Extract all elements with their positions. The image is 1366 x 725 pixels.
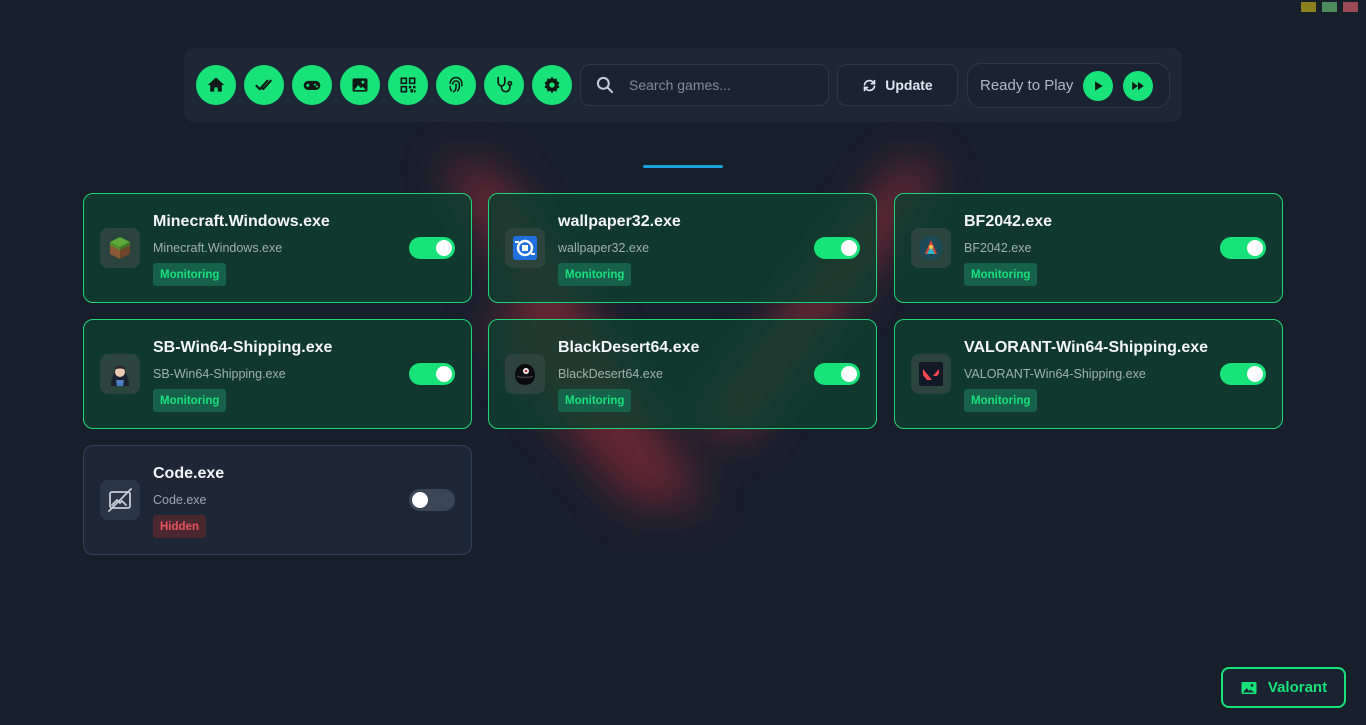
game-card[interactable]: Code.exe Code.exe Hidden bbox=[83, 445, 472, 555]
checked-button[interactable] bbox=[244, 65, 284, 105]
status-badge: Monitoring bbox=[153, 389, 227, 412]
game-card[interactable]: Minecraft.Windows.exe Minecraft.Windows.… bbox=[83, 193, 472, 303]
close-button[interactable] bbox=[1343, 2, 1358, 12]
maximize-button[interactable] bbox=[1322, 2, 1337, 12]
game-card[interactable]: SB-Win64-Shipping.exe SB-Win64-Shipping.… bbox=[83, 319, 472, 429]
toggle-knob bbox=[436, 366, 452, 382]
diagnostics-button[interactable] bbox=[484, 65, 524, 105]
game-title: wallpaper32.exe bbox=[558, 213, 681, 230]
fingerprint-button[interactable] bbox=[436, 65, 476, 105]
valorant-button[interactable]: Valorant bbox=[1221, 667, 1346, 708]
valorant-icon bbox=[919, 362, 943, 386]
game-card[interactable]: wallpaper32.exe wallpaper32.exe Monitori… bbox=[488, 193, 877, 303]
no-image-icon bbox=[108, 488, 132, 512]
window-controls bbox=[1301, 2, 1358, 12]
status-badge: Hidden bbox=[153, 515, 206, 538]
game-card[interactable]: BlackDesert64.exe BlackDesert64.exe Moni… bbox=[488, 319, 877, 429]
qr-code-icon bbox=[400, 77, 416, 93]
refresh-icon bbox=[863, 79, 876, 91]
settings-button[interactable] bbox=[532, 65, 572, 105]
monitor-toggle[interactable] bbox=[814, 363, 860, 385]
home-button[interactable] bbox=[196, 65, 236, 105]
gamepad-icon bbox=[303, 80, 321, 90]
minimize-button[interactable] bbox=[1301, 2, 1316, 12]
play-icon bbox=[1095, 80, 1104, 91]
game-card[interactable]: VALORANT-Win64-Shipping.exe VALORANT-Win… bbox=[894, 319, 1283, 429]
game-title: Minecraft.Windows.exe bbox=[153, 213, 330, 230]
status-badge: Monitoring bbox=[964, 263, 1038, 286]
ready-to-play: Ready to Play bbox=[967, 63, 1170, 108]
gear-icon bbox=[544, 76, 560, 94]
status-badge: Monitoring bbox=[558, 389, 632, 412]
home-icon bbox=[207, 77, 225, 92]
update-label: Update bbox=[885, 77, 933, 93]
qr-button[interactable] bbox=[388, 65, 428, 105]
search-box[interactable] bbox=[580, 64, 829, 106]
game-exe: SB-Win64-Shipping.exe bbox=[153, 367, 286, 381]
game-exe: BF2042.exe bbox=[964, 241, 1032, 255]
valorant-label: Valorant bbox=[1267, 679, 1328, 696]
game-icon-box bbox=[100, 480, 140, 520]
game-icon-box bbox=[505, 228, 545, 268]
play-button[interactable] bbox=[1083, 70, 1114, 101]
toolbar: Update Ready to Play bbox=[184, 48, 1182, 122]
status-badge: Monitoring bbox=[153, 263, 227, 286]
game-title: VALORANT-Win64-Shipping.exe bbox=[964, 339, 1209, 356]
game-icon-box bbox=[505, 354, 545, 394]
game-exe: Minecraft.Windows.exe bbox=[153, 241, 283, 255]
game-icon-box bbox=[100, 354, 140, 394]
status-badge: Monitoring bbox=[964, 389, 1038, 412]
game-icon-box bbox=[100, 228, 140, 268]
game-exe: VALORANT-Win64-Shipping.exe bbox=[964, 367, 1146, 381]
stellar-blade-icon bbox=[111, 365, 129, 386]
image-icon bbox=[352, 78, 368, 92]
game-title: BlackDesert64.exe bbox=[558, 339, 700, 356]
toggle-knob bbox=[841, 240, 857, 256]
fast-forward-icon bbox=[1132, 81, 1145, 90]
search-input[interactable] bbox=[629, 77, 819, 93]
toggle-knob bbox=[1247, 240, 1263, 256]
image-icon bbox=[1241, 681, 1257, 694]
toggle-knob bbox=[841, 366, 857, 382]
fast-forward-button[interactable] bbox=[1123, 70, 1154, 101]
search-icon bbox=[596, 76, 614, 94]
black-desert-icon bbox=[515, 364, 535, 385]
wallpaper-engine-icon bbox=[513, 236, 537, 260]
fingerprint-icon bbox=[449, 76, 463, 93]
double-check-icon bbox=[255, 79, 272, 91]
minecraft-icon bbox=[110, 237, 130, 259]
toggle-knob bbox=[436, 240, 452, 256]
game-icon-box bbox=[911, 228, 951, 268]
game-card[interactable]: BF2042.exe BF2042.exe Monitoring bbox=[894, 193, 1283, 303]
monitor-toggle[interactable] bbox=[409, 237, 455, 259]
stethoscope-icon bbox=[497, 76, 513, 93]
status-badge: Monitoring bbox=[558, 263, 632, 286]
ready-label: Ready to Play bbox=[980, 77, 1074, 94]
game-icon-box bbox=[911, 354, 951, 394]
game-title: Code.exe bbox=[153, 465, 225, 482]
toggle-knob bbox=[412, 492, 428, 508]
bf2042-icon bbox=[919, 236, 943, 260]
images-button[interactable] bbox=[340, 65, 380, 105]
game-exe: BlackDesert64.exe bbox=[558, 367, 663, 381]
update-button[interactable]: Update bbox=[837, 64, 958, 106]
monitor-toggle[interactable] bbox=[1220, 237, 1266, 259]
game-exe: wallpaper32.exe bbox=[558, 241, 650, 255]
games-button[interactable] bbox=[292, 65, 332, 105]
monitor-toggle[interactable] bbox=[409, 363, 455, 385]
monitor-toggle[interactable] bbox=[409, 489, 455, 511]
game-exe: Code.exe bbox=[153, 493, 207, 507]
section-divider bbox=[643, 165, 723, 168]
game-title: BF2042.exe bbox=[964, 213, 1053, 230]
monitor-toggle[interactable] bbox=[814, 237, 860, 259]
game-title: SB-Win64-Shipping.exe bbox=[153, 339, 333, 356]
toggle-knob bbox=[1247, 366, 1263, 382]
monitor-toggle[interactable] bbox=[1220, 363, 1266, 385]
